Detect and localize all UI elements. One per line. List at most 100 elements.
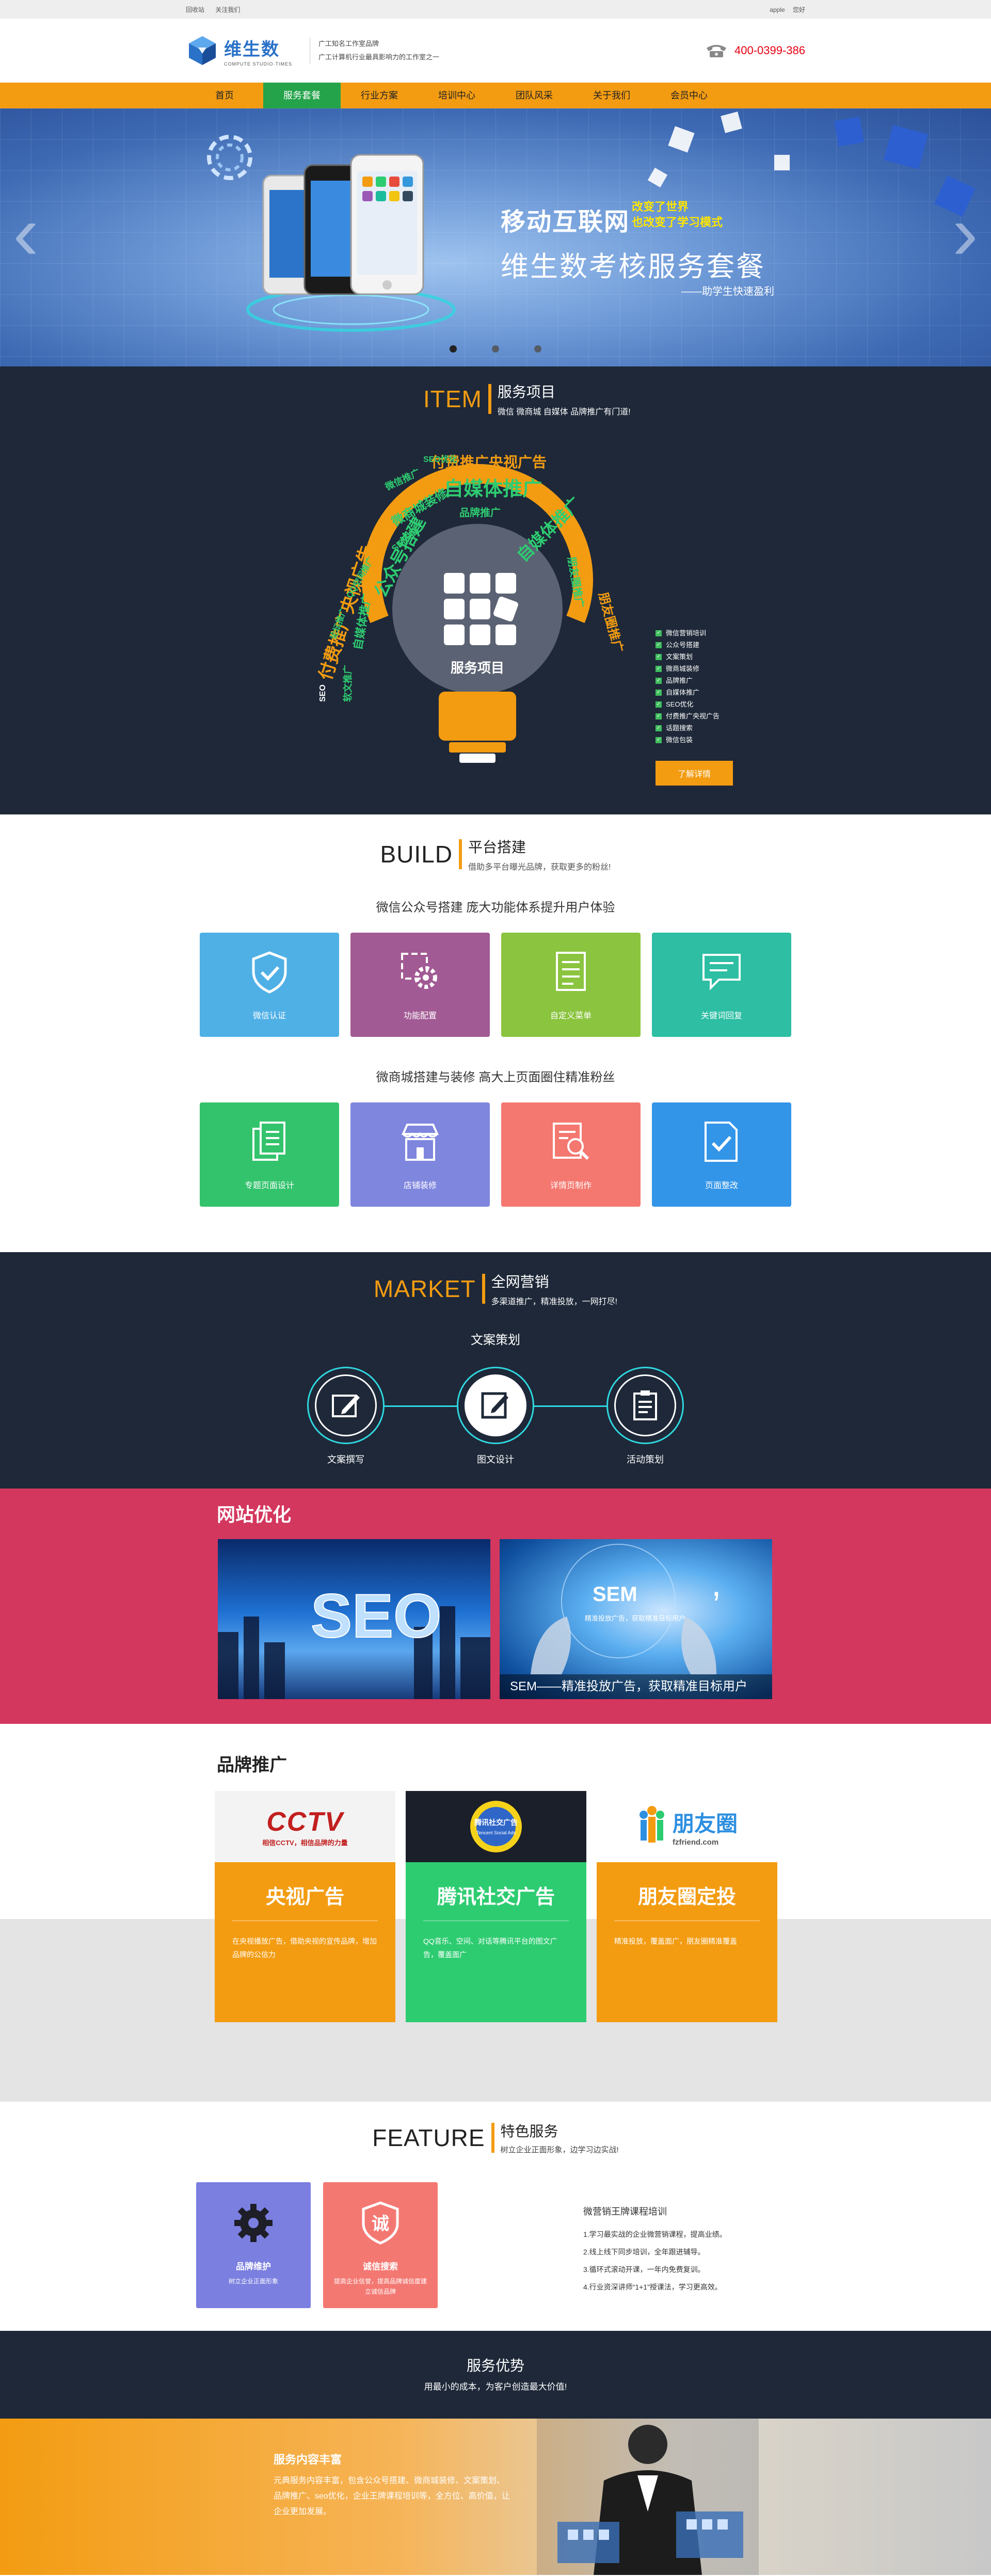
nav-item-home[interactable]: 首页 (186, 83, 263, 108)
list-item: ✓ 话题搜索 (656, 724, 693, 732)
brand-card-moments[interactable]: 朋友圈 fzfriend.com 朋友圈定投 精准投放，覆盖面广，朋友圈精准覆盖 (597, 1791, 777, 2022)
check-icon: ✓ (656, 653, 662, 660)
list-item: ✓ 付费推广央视广告 (656, 712, 720, 720)
moments-logo: 朋友圈 fzfriend.com (597, 1791, 777, 1862)
banner-dot[interactable] (492, 345, 499, 353)
feature-desc: 提高企业信誉，提高品牌诚信度建立诚信品牌 (333, 2278, 427, 2295)
svg-text:软文推广: 软文推广 (342, 665, 353, 702)
mall-tiles: 专题页面设计 店铺装修 详情页制作 页面整改 (0, 1102, 991, 1207)
svg-text:品牌推广: 品牌推广 (459, 506, 501, 519)
check-icon: ✓ (656, 737, 662, 743)
tile-topic-page[interactable]: 专题页面设计 (200, 1102, 339, 1207)
market-section: MARKET 全网营销 多渠道推广，精准投放，一网打尽! 文案策划 文案撰写 图… (0, 1252, 991, 1489)
title-divider (482, 1274, 485, 1304)
nav-item-solutions[interactable]: 行业方案 (341, 83, 418, 108)
banner-next-button[interactable]: › (950, 186, 981, 279)
step-event-planning[interactable]: 活动策划 (588, 1367, 702, 1466)
learn-more-button[interactable]: 了解详情 (656, 761, 733, 786)
tile-custom-menu[interactable]: 自定义菜单 (501, 933, 641, 1037)
list-item: ✓ 微商城装修 (656, 665, 700, 673)
tile-detail-page[interactable]: 详情页制作 (501, 1102, 641, 1207)
check-icon: ✓ (656, 677, 662, 684)
moments-logo-text: 朋友圈 (672, 1812, 738, 1836)
list-item: 1.学习最实战的企业微营销课程，提高业绩。 (583, 2230, 727, 2238)
nav-item-packages[interactable]: 服务套餐 (263, 83, 341, 108)
badge-icon: 诚 (362, 2201, 399, 2245)
cctv-logo-tagline: 相信CCTV，相信品牌的力量 (262, 1838, 348, 1847)
check-icon: ✓ (656, 713, 662, 719)
hotline-number[interactable]: 400-0399-386 (734, 44, 805, 57)
market-steps: 文案撰写 图文设计 活动策划 (0, 1367, 991, 1470)
brand-card-title: 朋友圈定投 (637, 1886, 736, 1908)
banner-dot[interactable] (450, 345, 457, 353)
topbar-right: apple 您好 (763, 5, 805, 14)
brand-card-desc: 精准投放，覆盖面广，朋友圈精准覆盖 (614, 1937, 737, 1945)
step-copywriting[interactable]: 文案撰写 (289, 1367, 403, 1466)
svg-text:精准投放广告，获取精准目标用户: 精准投放广告，获取精准目标用户 (585, 1614, 685, 1622)
feature-brand-maintenance[interactable]: 品牌维护 树立企业正面形象 (196, 2182, 311, 2308)
brand-card-tencent[interactable]: 腾讯社交广告 Tencent Social Ads 腾讯社交广告 QQ音乐、空间… (406, 1791, 586, 2022)
feature-title: 品牌维护 (236, 2262, 271, 2271)
section-subtitle: 用最小的成本，为客户创造最大价值! (424, 2382, 567, 2392)
tile-label: 自定义菜单 (550, 1012, 592, 1020)
nav-item-about[interactable]: 关于我们 (573, 83, 650, 108)
tile-store-decor[interactable]: 店铺装修 (350, 1102, 490, 1207)
seo-card[interactable]: SEO (218, 1539, 490, 1699)
list-item: ✓ 品牌推广 (656, 677, 693, 684)
banner-prev-button[interactable]: ‹ (10, 186, 41, 279)
title-divider (491, 2122, 494, 2153)
step-label: 文案撰写 (327, 1454, 364, 1465)
title-divider (459, 839, 462, 869)
topbar-link-recycle[interactable]: 回收站 (186, 6, 204, 13)
section-cn-title: 特色服务 (500, 2123, 558, 2139)
section-subtitle: 多渠道推广，精准投放，一网打尽! (491, 1298, 618, 1306)
brand-card-cctv[interactable]: CCTV 相信CCTV，相信品牌的力量 央视广告 在央视播放广告，借助央视的宣传… (215, 1791, 395, 2022)
tile-keyword-reply[interactable]: 关键词回复 (652, 933, 791, 1037)
market-section-heading: MARKET 全网营销 多渠道推广，精准投放，一网打尽! (0, 1252, 991, 1307)
tile-function-config[interactable]: 功能配置 (350, 933, 490, 1037)
brand-card-title: 腾讯社交广告 (437, 1886, 555, 1908)
section-en-title: FEATURE (372, 2124, 485, 2151)
step-graphic-design[interactable]: 图文设计 (439, 1367, 552, 1466)
section-desc: 元典服务内容丰富，包含公众号搭建、微商城装修、文案策划、品牌推广、seo优化，企… (274, 2476, 510, 2516)
tencent-ads-icon: 腾讯社交广告 Tencent Social Ads (470, 1801, 522, 1852)
tile-wechat-verify[interactable]: 微信认证 (200, 933, 339, 1037)
list-item: 2.线上线下同步培训，全年跟进辅导。 (583, 2248, 705, 2256)
step-label: 图文设计 (477, 1454, 514, 1465)
svg-text:SEO: SEO (311, 1581, 441, 1651)
section-en-title: BUILD (380, 841, 453, 868)
brand-promotion-section: 品牌推广 CCTV 相信CCTV，相信品牌的力量 央视广告 在央视播放广告，借助… (0, 1724, 991, 2102)
advantage-section: 服务优势 用最小的成本，为客户创造最大价值! (0, 2331, 991, 2419)
service-content-section: 服务内容丰富 元典服务内容丰富，包含公众号搭建、微商城装修、文案策划、品牌推广、… (0, 2419, 991, 2575)
sem-illustration: SEM 精准投放广告，获取精准目标用户 , (531, 1544, 721, 1674)
search-doc-icon (553, 1123, 589, 1160)
tile-label: 详情页制作 (550, 1181, 592, 1190)
market-subtitle: 文案策划 (471, 1333, 520, 1347)
title-divider (488, 384, 491, 414)
feature-section-heading: FEATURE 特色服务 树立企业正面形象，边学习边实战! (0, 2102, 991, 2155)
phone-icon (706, 45, 726, 57)
tile-label: 微信认证 (252, 1012, 286, 1020)
nav-item-member[interactable]: 会员中心 (650, 83, 728, 108)
tile-label: 专题页面设计 (244, 1181, 294, 1190)
feature-credit-search[interactable]: 诚 诚信搜索 提高企业信誉，提高品牌诚信度建立诚信品牌 (323, 2182, 438, 2308)
banner-tagline: 改变了世界 也改变了学习模式 (632, 199, 723, 230)
item-section-heading: ITEM 服务项目 微信 微商城 自媒体 品牌推广有门道! (423, 381, 631, 417)
header-slogan: 广工知名工作室品牌 广工计算机行业最具影响力的工作室之一 (310, 37, 439, 64)
nav-item-training[interactable]: 培训中心 (418, 83, 496, 108)
tile-page-fix[interactable]: 页面整改 (652, 1102, 791, 1207)
svg-text:SEO: SEO (318, 684, 327, 702)
group-title: 微商城搭建与装修 高大上页面圈住精准粉丝 (376, 1070, 615, 1084)
moments-logo-url: fzfriend.com (672, 1838, 719, 1847)
sem-card[interactable]: SEM 精准投放广告，获取精准目标用户 , SEM——精准投放广告，获取精准目标… (500, 1539, 772, 1699)
topbar-link-follow[interactable]: 关注我们 (215, 6, 240, 13)
chat-bubble-icon (702, 954, 741, 990)
check-icon: ✓ (656, 689, 662, 696)
banner-dot[interactable] (534, 345, 541, 353)
section-title: 品牌推广 (217, 1755, 287, 1775)
site-logo[interactable]: 维生数 COMPUTE STUDIO·TIMES (186, 34, 292, 67)
brand-card-body: 央视广告 在央视播放广告，借助央视的宣传品牌，增加品牌的公信力 (215, 1862, 395, 2022)
nav-item-team[interactable]: 团队风采 (496, 83, 573, 108)
pages-icon (252, 1122, 285, 1161)
topbar-user[interactable]: apple (770, 6, 785, 13)
